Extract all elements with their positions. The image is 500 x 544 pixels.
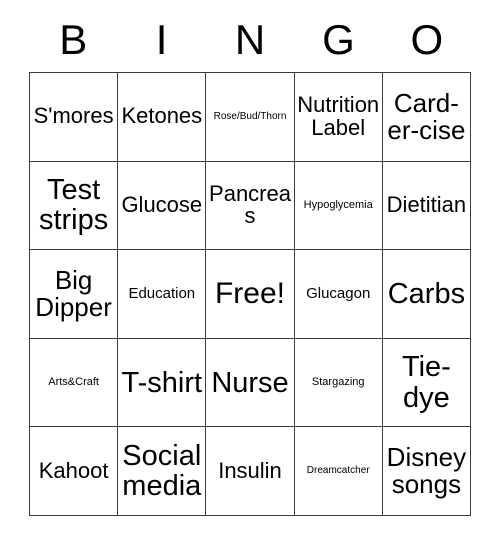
- bingo-cell[interactable]: Glucagon: [294, 250, 383, 339]
- bingo-cell-label: Pancreas: [209, 180, 291, 229]
- bingo-cell-label: Hypoglycemia: [303, 198, 373, 211]
- bingo-free-space-label: Free!: [214, 277, 286, 311]
- bingo-cell-label: Dreamcatcher: [306, 464, 370, 476]
- bingo-cell[interactable]: Education: [118, 250, 207, 339]
- bingo-cell-label: Rose/Bud/Thorn: [213, 110, 287, 122]
- bingo-cell-label: T-shirt: [121, 366, 203, 399]
- bingo-header-letter-i: I: [155, 16, 168, 63]
- bingo-row: Test strips Glucose Pancreas Hypoglycemi…: [30, 161, 472, 251]
- bingo-header-letter-g: G: [322, 16, 355, 63]
- bingo-cell-label: Kahoot: [38, 457, 109, 483]
- bingo-cell[interactable]: Dreamcatcher: [294, 427, 383, 516]
- bingo-cell-label: Carbs: [387, 277, 466, 310]
- bingo-cell[interactable]: Nurse: [206, 338, 295, 428]
- bingo-cell[interactable]: Stargazing: [294, 338, 383, 428]
- bingo-row: Kahoot Social media Insulin Dreamcatcher…: [30, 427, 472, 516]
- bingo-cell[interactable]: Big Dipper: [30, 250, 119, 339]
- bingo-cell[interactable]: Arts&Craft: [30, 338, 119, 428]
- bingo-cell-label: Social media: [122, 440, 202, 503]
- bingo-cell-label: Education: [128, 285, 196, 303]
- bingo-cell[interactable]: Rose/Bud/Thorn: [206, 73, 295, 162]
- bingo-cell[interactable]: Card-er-cise: [382, 73, 472, 162]
- bingo-cell[interactable]: Social media: [118, 427, 207, 516]
- bingo-cell-label: Insulin: [218, 457, 282, 483]
- bingo-cell[interactable]: Hypoglycemia: [294, 161, 383, 251]
- bingo-cell-label: Card-er-cise: [387, 87, 466, 145]
- bingo-cell[interactable]: Nutrition Label: [294, 73, 383, 162]
- bingo-cell[interactable]: Carbs: [382, 250, 472, 339]
- bingo-header-letter-o: O: [410, 16, 444, 63]
- bingo-header-letter-n: N: [234, 16, 266, 63]
- bingo-grid: S'mores Ketones Rose/Bud/Thorn Nutrition…: [29, 72, 472, 516]
- bingo-cell[interactable]: Pancreas: [206, 161, 295, 251]
- bingo-row: S'mores Ketones Rose/Bud/Thorn Nutrition…: [30, 73, 472, 162]
- bingo-cell[interactable]: T-shirt: [118, 338, 207, 428]
- bingo-cell-label: S'mores: [33, 103, 114, 129]
- bingo-cell[interactable]: Test strips: [30, 161, 119, 251]
- bingo-header-letter-b: B: [59, 16, 88, 63]
- bingo-cell-label: Nutrition Label: [297, 91, 380, 140]
- bingo-cell-label: Glucose: [121, 191, 203, 217]
- bingo-cell-label: Ketones: [121, 103, 203, 129]
- bingo-row: Arts&Craft T-shirt Nurse Stargazing Tie-…: [30, 338, 472, 428]
- bingo-cell[interactable]: Insulin: [206, 427, 295, 516]
- bingo-cell-label: Dietitian: [386, 191, 467, 217]
- bingo-cell[interactable]: Glucose: [118, 161, 207, 251]
- bingo-cell[interactable]: Tie-dye: [382, 338, 472, 428]
- bingo-cell-label: Stargazing: [311, 375, 365, 388]
- bingo-cell-label: Disney songs: [386, 442, 467, 500]
- bingo-cell[interactable]: S'mores: [30, 73, 119, 162]
- bingo-cell[interactable]: Ketones: [118, 73, 207, 162]
- bingo-cell-label: Arts&Craft: [48, 375, 99, 388]
- bingo-cell[interactable]: Dietitian: [382, 161, 472, 251]
- bingo-cell-label: Tie-dye: [401, 351, 451, 414]
- bingo-free-space[interactable]: Free!: [206, 250, 295, 339]
- bingo-header-row: B I N G O: [29, 8, 471, 72]
- bingo-card: B I N G O S'mores Ketones Rose/Bud/Thorn…: [29, 8, 472, 516]
- bingo-row: Big Dipper Education Free! Glucagon Carb…: [30, 250, 472, 339]
- bingo-cell-label: Nurse: [211, 366, 289, 399]
- bingo-cell[interactable]: Kahoot: [30, 427, 119, 516]
- bingo-cell-label: Glucagon: [306, 285, 371, 303]
- bingo-cell[interactable]: Disney songs: [382, 427, 472, 516]
- bingo-cell-label: Test strips: [38, 174, 109, 237]
- bingo-cell-label: Big Dipper: [35, 264, 112, 322]
